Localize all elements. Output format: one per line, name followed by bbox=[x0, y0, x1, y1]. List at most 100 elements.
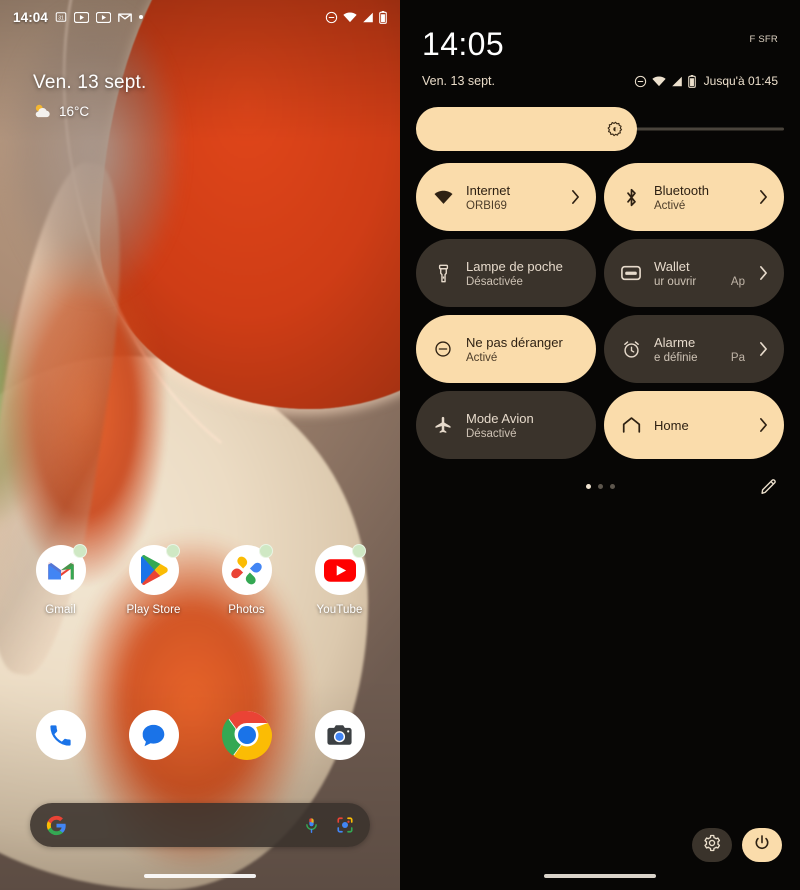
battery-icon bbox=[687, 74, 696, 88]
youtube-icon bbox=[96, 11, 112, 23]
date-weather-widget[interactable]: Ven. 13 sept. 16°C bbox=[33, 72, 147, 119]
tile-text: Alarme e définie Pa bbox=[654, 335, 745, 364]
quick-settings-panel: 14:05 F SFR Ven. 13 sept. Jusqu'à 01:45 … bbox=[400, 0, 800, 890]
tile-title: Lampe de poche bbox=[466, 258, 563, 274]
wifi-icon bbox=[651, 75, 666, 86]
tile-text: Home bbox=[654, 418, 745, 433]
tile-subtitle-marquee: e définie Pa bbox=[654, 352, 745, 364]
app-grid: Gmail Play Store Photos YouTube bbox=[0, 544, 400, 616]
app-icon-wrap bbox=[314, 544, 366, 595]
brightness-slider[interactable] bbox=[416, 107, 784, 151]
wifi-icon bbox=[343, 11, 357, 22]
tile-home[interactable]: Home bbox=[604, 391, 784, 459]
wifi-icon bbox=[432, 190, 454, 205]
widget-weather-row: 16°C bbox=[33, 103, 147, 119]
google-search-bar[interactable] bbox=[30, 803, 370, 847]
tile-title: Alarme bbox=[654, 334, 696, 350]
phone-screenshot-pair: 14:04 31 Ven. 13 sept. 16°C Gmail Play S… bbox=[0, 0, 800, 890]
notification-badge bbox=[72, 544, 87, 558]
dock-item-camera[interactable] bbox=[293, 710, 386, 760]
tile-title: Mode Avion bbox=[466, 410, 534, 426]
tile-title: Internet bbox=[466, 182, 511, 198]
tile-subtitle: Activé bbox=[466, 351, 498, 364]
chrome-icon bbox=[221, 710, 272, 760]
tile-wallet[interactable]: Wallet ur ouvrir Ap bbox=[604, 239, 784, 307]
widget-temperature: 16°C bbox=[59, 103, 90, 119]
do-not-disturb-icon bbox=[432, 340, 454, 358]
app-photos[interactable]: Photos bbox=[200, 544, 293, 616]
app-gmail[interactable]: Gmail bbox=[14, 544, 107, 616]
page-dot[interactable] bbox=[585, 483, 591, 489]
app-label: Gmail bbox=[45, 604, 76, 616]
do-not-disturb-icon bbox=[634, 75, 646, 87]
settings-button[interactable] bbox=[692, 828, 732, 862]
qs-gesture-bar[interactable] bbox=[544, 874, 656, 878]
tile-do-not-disturb[interactable]: Ne pas déranger Activé bbox=[416, 315, 596, 383]
page-dot[interactable] bbox=[609, 483, 615, 489]
tile-title: Wallet bbox=[654, 258, 690, 274]
notification-badge bbox=[351, 544, 366, 558]
search-input[interactable] bbox=[67, 817, 287, 833]
gear-icon bbox=[703, 834, 721, 857]
home-icon bbox=[620, 416, 642, 434]
status-bar-right bbox=[325, 10, 387, 24]
svg-text:31: 31 bbox=[58, 15, 64, 21]
app-label: Play Store bbox=[126, 604, 181, 616]
pencil-icon[interactable] bbox=[760, 477, 778, 495]
home-status-bar: 14:04 31 bbox=[0, 0, 400, 34]
app-label: Photos bbox=[228, 604, 265, 616]
tile-internet[interactable]: Internet ORBI69 bbox=[416, 163, 596, 231]
chevron-right-icon[interactable] bbox=[757, 418, 769, 432]
qs-sub-row: Ven. 13 sept. Jusqu'à 01:45 bbox=[422, 74, 778, 88]
tile-title: Bluetooth bbox=[654, 182, 709, 198]
bluetooth-icon bbox=[620, 188, 642, 207]
tile-text: Bluetooth Activé bbox=[654, 183, 745, 212]
qs-top-row: 14:05 F SFR bbox=[422, 28, 778, 60]
tile-text: Lampe de poche Désactivée bbox=[466, 259, 581, 288]
tile-subtitle: Activé bbox=[654, 199, 686, 212]
dock-item-chrome[interactable] bbox=[200, 710, 293, 760]
notification-badge bbox=[165, 544, 180, 558]
chevron-right-icon[interactable] bbox=[757, 266, 769, 280]
airplane-icon bbox=[432, 415, 454, 435]
tile-subtitle: e définie bbox=[654, 351, 698, 364]
phone-icon bbox=[35, 710, 86, 760]
tile-subtitle: Désactivé bbox=[466, 427, 517, 440]
chevron-right-icon[interactable] bbox=[569, 190, 581, 204]
page-indicator-dots[interactable] bbox=[585, 483, 615, 489]
widget-date: Ven. 13 sept. bbox=[33, 72, 147, 93]
tile-airplane-mode[interactable]: Mode Avion Désactivé bbox=[416, 391, 596, 459]
messages-icon bbox=[128, 710, 179, 760]
camera-icon bbox=[314, 710, 365, 760]
battery-until-label: Jusqu'à 01:45 bbox=[703, 74, 778, 88]
qs-footer-row bbox=[422, 473, 778, 499]
tile-text: Ne pas déranger Activé bbox=[466, 335, 581, 364]
gmail-icon bbox=[118, 12, 132, 22]
tile-text: Internet ORBI69 bbox=[466, 183, 557, 212]
cellular-signal-icon bbox=[363, 12, 373, 22]
dock-item-messages[interactable] bbox=[107, 710, 200, 760]
brightness-fill[interactable] bbox=[416, 107, 637, 151]
qs-date: Ven. 13 sept. bbox=[422, 74, 495, 88]
youtube-icon bbox=[74, 11, 90, 23]
app-youtube[interactable]: YouTube bbox=[293, 544, 386, 616]
tile-flashlight[interactable]: Lampe de poche Désactivée bbox=[416, 239, 596, 307]
power-icon bbox=[753, 834, 771, 857]
app-icon-wrap bbox=[35, 544, 87, 595]
page-dot[interactable] bbox=[597, 483, 603, 489]
power-button[interactable] bbox=[742, 828, 782, 862]
tile-subtitle-marquee: ur ouvrir Ap bbox=[654, 276, 745, 288]
flashlight-icon bbox=[432, 264, 454, 283]
google-lens-icon[interactable] bbox=[336, 816, 354, 834]
home-gesture-bar[interactable] bbox=[144, 874, 256, 878]
tile-alarm[interactable]: Alarme e définie Pa bbox=[604, 315, 784, 383]
tile-bluetooth[interactable]: Bluetooth Activé bbox=[604, 163, 784, 231]
microphone-icon[interactable] bbox=[303, 817, 320, 834]
dock-item-phone[interactable] bbox=[14, 710, 107, 760]
chevron-right-icon[interactable] bbox=[757, 342, 769, 356]
app-play-store[interactable]: Play Store bbox=[107, 544, 200, 616]
qs-bottom-actions bbox=[692, 828, 782, 862]
home-screen-panel: 14:04 31 Ven. 13 sept. 16°C Gmail Play S… bbox=[0, 0, 400, 890]
tile-subtitle: Désactivée bbox=[466, 275, 523, 288]
chevron-right-icon[interactable] bbox=[757, 190, 769, 204]
